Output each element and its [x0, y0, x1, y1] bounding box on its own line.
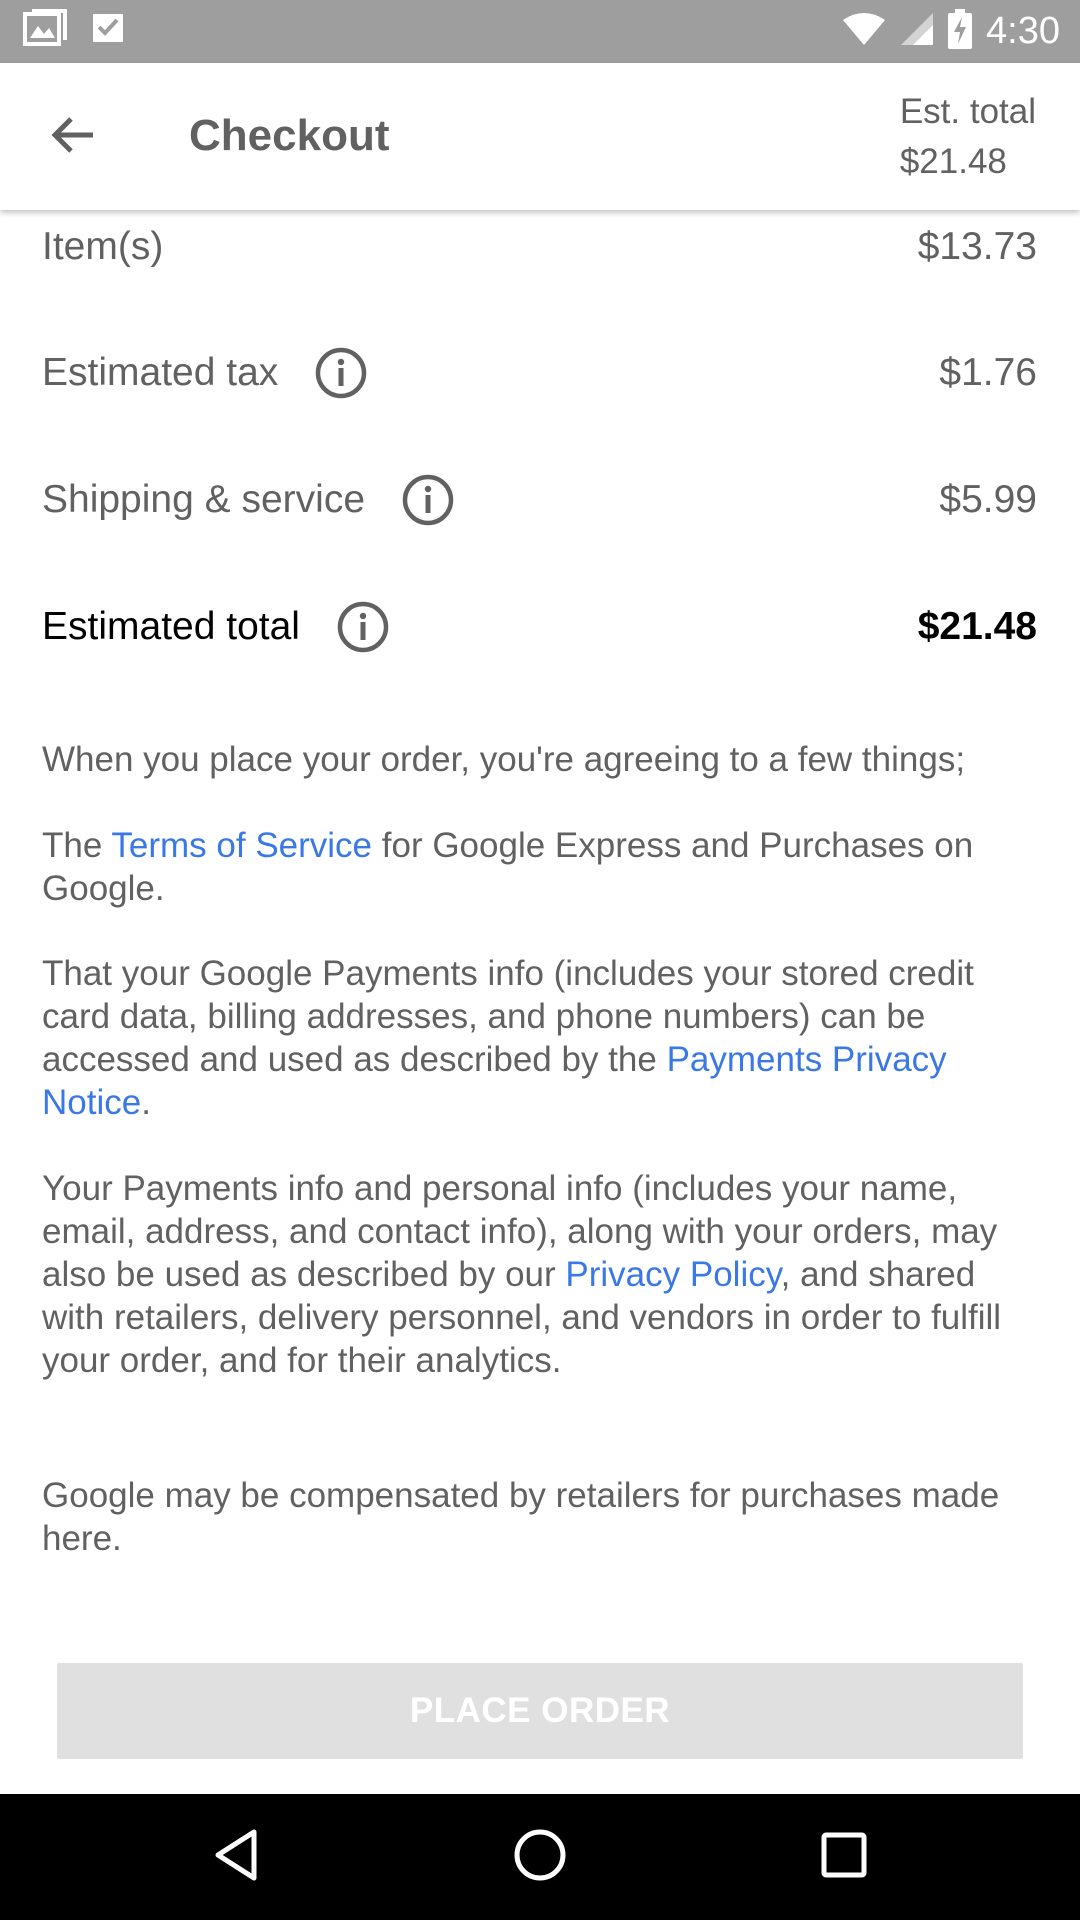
terms-of-service-link[interactable]: Terms of Service	[111, 826, 372, 865]
nav-recents-button[interactable]	[809, 1827, 879, 1887]
tax-value: $1.76	[939, 351, 1037, 394]
shipping-row: Shipping & service $5.99	[42, 465, 1037, 535]
tax-row: Estimated tax $1.76	[42, 338, 1037, 408]
shipping-info-icon[interactable]	[401, 473, 455, 527]
shipping-label: Shipping & service	[42, 478, 366, 521]
nav-home-button[interactable]	[505, 1827, 575, 1887]
legal-terms: The Terms of Service for Google Express …	[42, 824, 1042, 910]
nav-home-icon	[513, 1828, 567, 1887]
tax-label: Estimated tax	[42, 351, 279, 394]
legal-payments: That your Google Payments info (includes…	[42, 952, 1042, 1124]
app-bar: Checkout Est. total $21.48	[0, 63, 1080, 210]
items-label: Item(s)	[42, 225, 164, 268]
gallery-icon	[22, 8, 68, 53]
est-total-value: $21.48	[899, 142, 1007, 181]
total-info-icon[interactable]	[336, 600, 390, 654]
signal-icon	[900, 12, 934, 51]
legal-intro-text: When you place your order, you're agreei…	[42, 740, 966, 779]
est-total-summary: Est. total $21.48	[900, 87, 1036, 187]
total-label: Estimated total	[42, 605, 300, 648]
total-value: $21.48	[917, 605, 1037, 648]
nav-back-icon	[212, 1828, 260, 1887]
page-title: Checkout	[189, 111, 390, 160]
terms-text-before: The	[42, 826, 112, 865]
back-button[interactable]	[30, 99, 116, 175]
wifi-icon	[842, 12, 886, 51]
tax-info-icon[interactable]	[314, 346, 368, 400]
inbox-check-icon	[90, 10, 126, 51]
battery-charging-icon	[948, 8, 973, 54]
status-time: 4:30	[986, 10, 1060, 52]
back-arrow-icon	[49, 115, 97, 160]
privacy-policy-link[interactable]: Privacy Policy	[565, 1255, 780, 1294]
status-bar: 4:30	[0, 0, 1080, 63]
total-row: Estimated total $21.48	[42, 592, 1037, 662]
nav-recents-icon	[820, 1831, 868, 1884]
items-value: $13.73	[917, 225, 1037, 268]
shipping-value: $5.99	[939, 478, 1037, 521]
legal-intro: When you place your order, you're agreei…	[42, 738, 1042, 781]
items-row: Item(s) $13.73	[42, 212, 1037, 282]
legal-compensation: Google may be compensated by retailers f…	[42, 1474, 1042, 1560]
system-nav-bar	[0, 1794, 1080, 1920]
compensation-text: Google may be compensated by retailers f…	[42, 1476, 1000, 1558]
nav-back-button[interactable]	[201, 1827, 271, 1887]
est-total-label: Est. total	[899, 92, 1036, 131]
legal-privacy: Your Payments info and personal info (in…	[42, 1167, 1042, 1382]
place-order-button[interactable]: PLACE ORDER	[57, 1663, 1023, 1759]
payments-text-after: .	[141, 1083, 151, 1122]
